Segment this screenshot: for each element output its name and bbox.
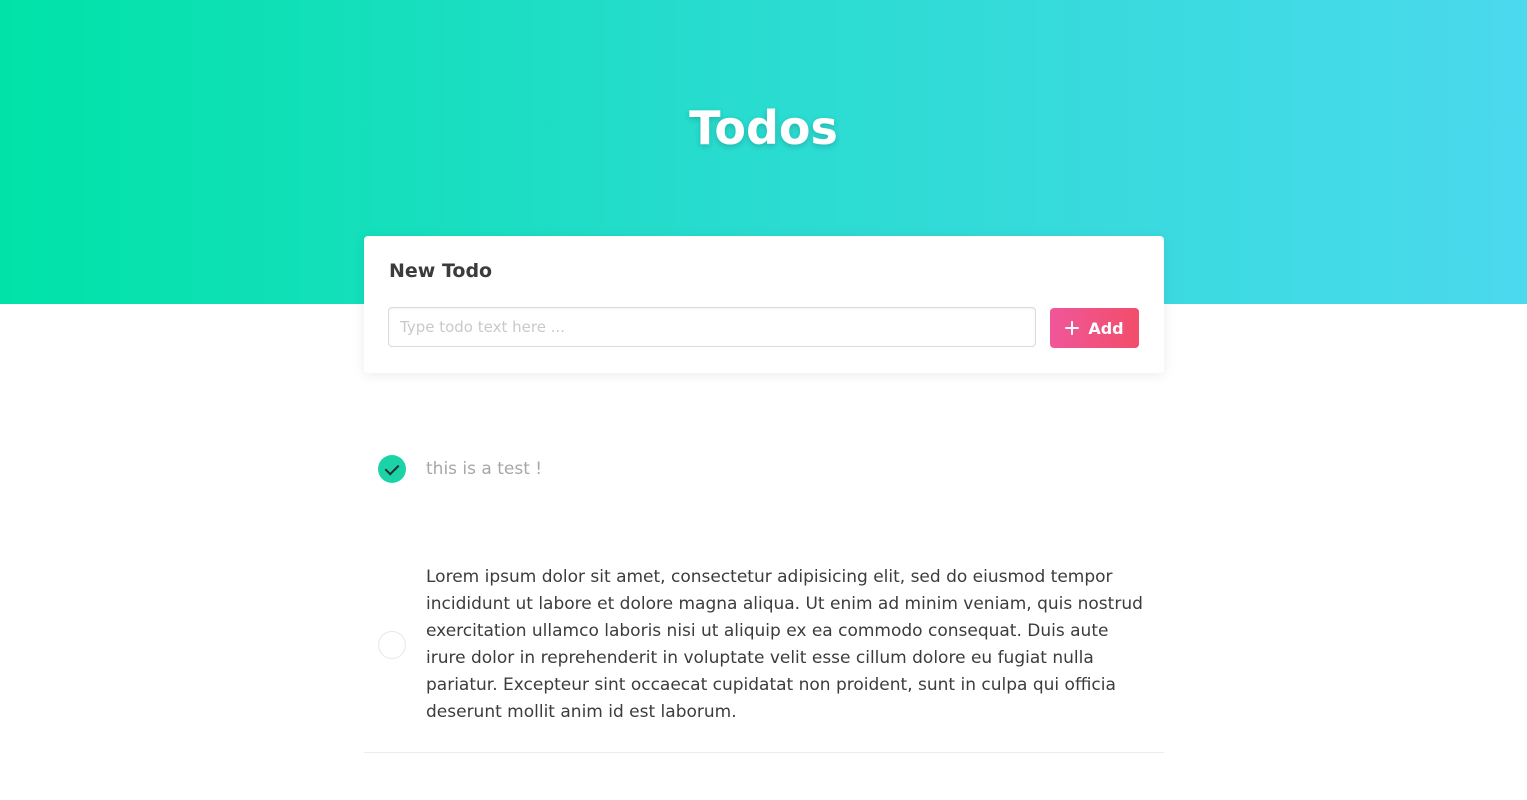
todo-item: this is a test ! xyxy=(364,400,1164,538)
todo-list: this is a test ! Lorem ipsum dolor sit a… xyxy=(364,400,1164,753)
add-todo-button[interactable]: Add xyxy=(1050,308,1139,348)
page-title: Todos xyxy=(689,101,838,155)
todo-text: Lorem ipsum dolor sit amet, consectetur … xyxy=(426,567,1143,722)
new-todo-title: New Todo xyxy=(389,260,493,282)
todo-item: Lorem ipsum dolor sit amet, consectetur … xyxy=(364,538,1164,753)
plus-icon xyxy=(1065,321,1080,335)
todo-text: this is a test ! xyxy=(426,458,543,479)
todo-complete-toggle[interactable] xyxy=(378,631,406,659)
checkmark-icon xyxy=(384,460,400,476)
todo-complete-toggle[interactable] xyxy=(378,455,406,483)
add-button-label: Add xyxy=(1088,318,1124,338)
new-todo-card: New Todo Add xyxy=(364,236,1164,373)
todo-text-input[interactable] xyxy=(388,307,1036,347)
